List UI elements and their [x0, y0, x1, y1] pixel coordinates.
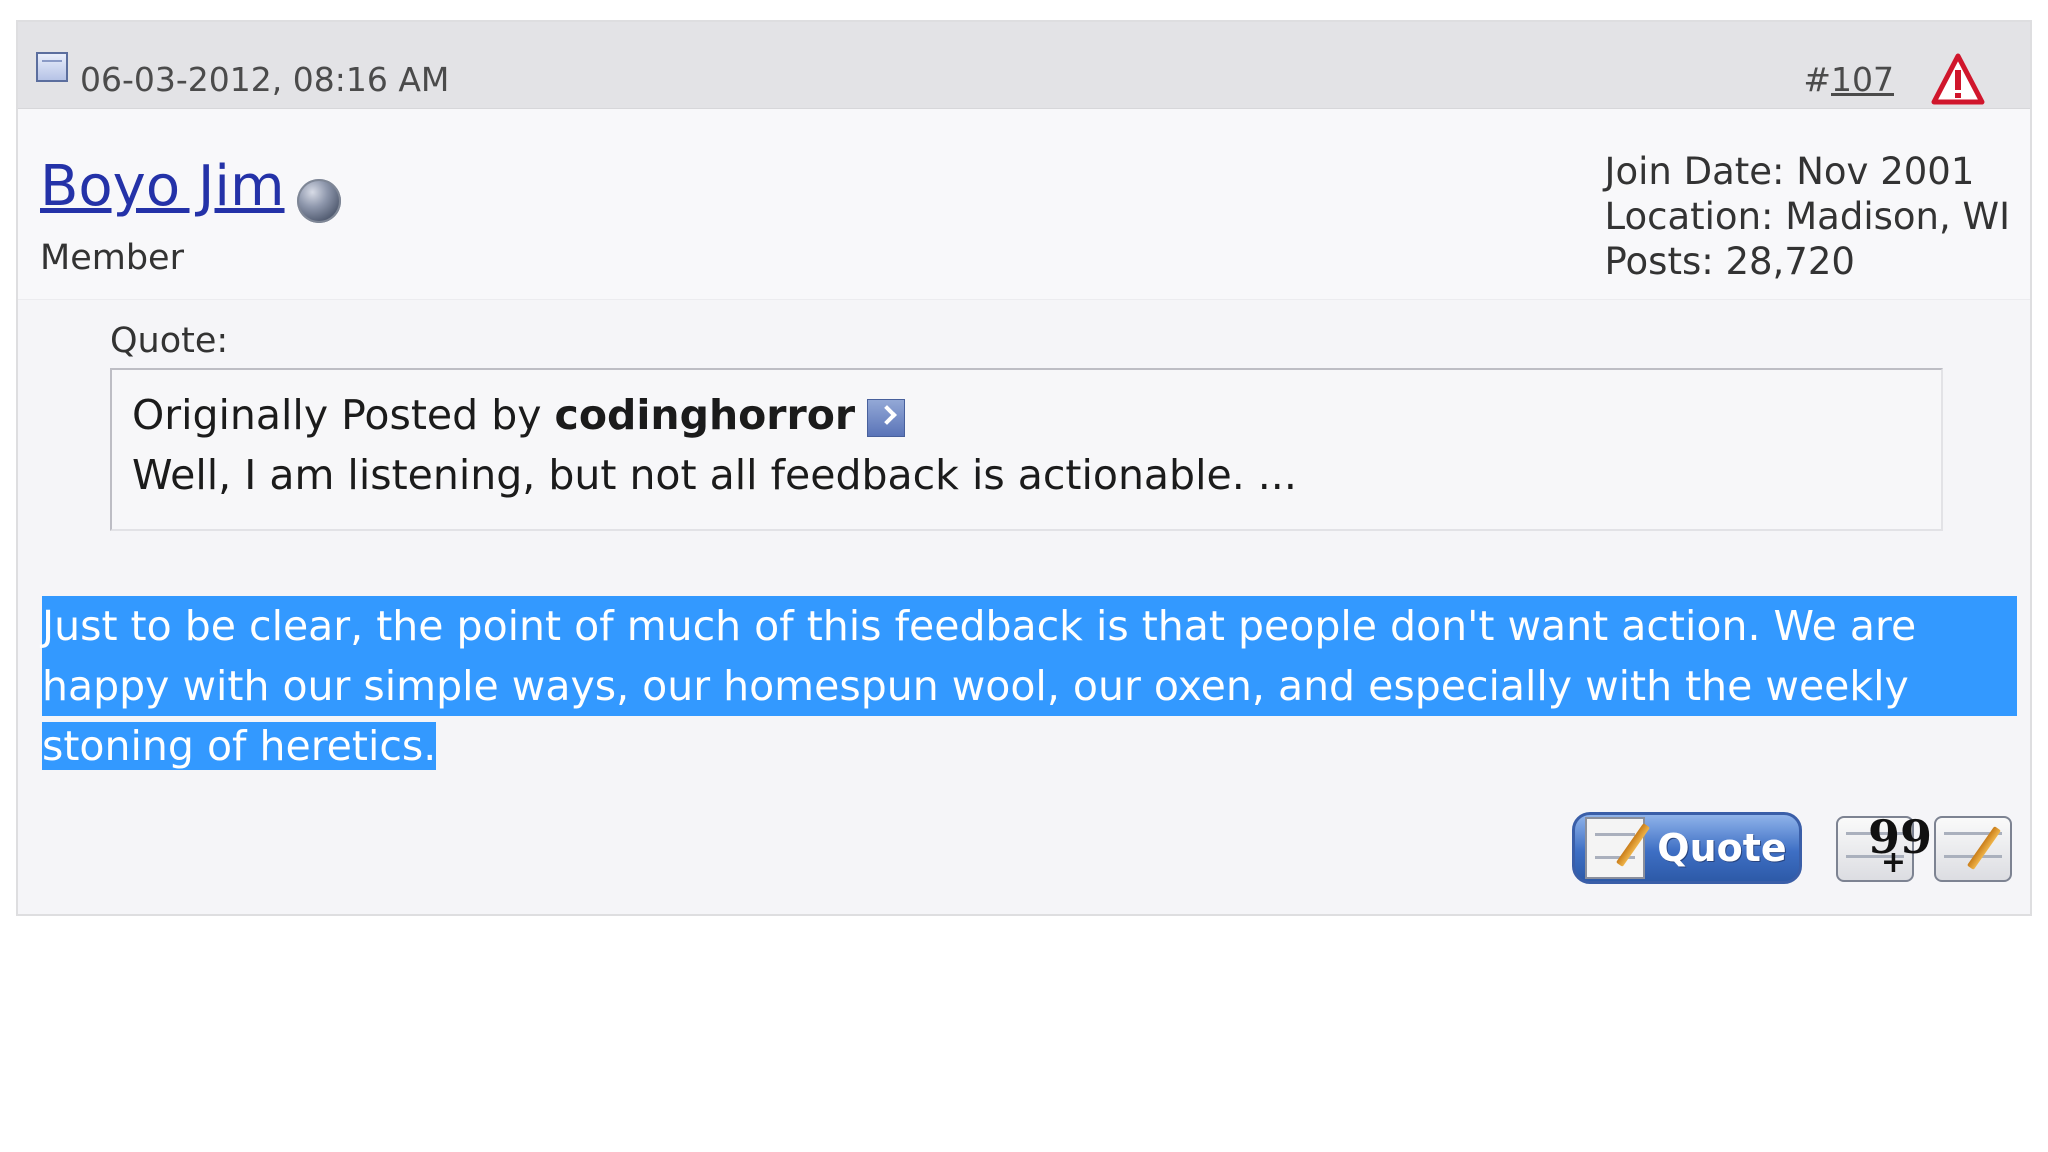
user-stats: Join Date: Nov 2001 Location: Madison, W… [1605, 149, 2010, 284]
multiquote-plus: + [1880, 845, 1906, 880]
quote-box: Originally Posted by codinghorror Well, … [110, 368, 1943, 531]
post-header: 06-03-2012, 08:16 AM #107 [18, 22, 2030, 109]
originally-posted-by: Originally Posted by [132, 391, 542, 439]
quote-button-icon [1585, 817, 1645, 879]
join-date: Join Date: Nov 2001 [1604, 150, 1975, 193]
username-link[interactable]: Boyo Jim [40, 155, 285, 219]
message-line: Just to be clear, the point of much of t… [42, 596, 2017, 656]
post-actions: Quote 99 + [1552, 810, 2012, 884]
message-line: stoning of heretics. [42, 722, 437, 770]
post-message: Just to be clear, the point of much of t… [42, 596, 2017, 776]
post-status-icon [36, 52, 68, 82]
quote-button-label: Quote [1657, 826, 1787, 870]
quote-attribution: Originally Posted by codinghorror [132, 390, 906, 440]
quote-text: Well, I am listening, but not all feedba… [132, 451, 1297, 499]
post-number-prefix: # [1803, 60, 1831, 99]
location: Location: Madison, WI [1604, 195, 2010, 238]
message-line: happy with our simple ways, our homespun… [42, 656, 2017, 716]
multiquote-button[interactable]: 99 + [1836, 810, 1932, 882]
post-count: Posts: 28,720 [1604, 240, 1855, 283]
quick-reply-icon [1966, 826, 2002, 870]
user-offline-status-icon [297, 179, 341, 223]
user-title: Member [40, 238, 184, 278]
quote-author: codinghorror [554, 391, 856, 439]
forum-post: 06-03-2012, 08:16 AM #107 Boyo Jim Membe… [16, 20, 2032, 916]
quote-button[interactable]: Quote [1572, 812, 1802, 884]
post-number: #107 [1803, 60, 1894, 100]
quick-reply-button[interactable] [1934, 816, 2012, 882]
post-permalink[interactable]: 107 [1831, 60, 1894, 99]
quote-label: Quote: [110, 321, 229, 361]
post-date: 06-03-2012, 08:16 AM [80, 60, 450, 99]
report-warning-icon[interactable] [1930, 52, 1986, 108]
view-post-arrow-icon[interactable] [867, 399, 906, 437]
user-info: Boyo Jim Member Join Date: Nov 2001 Loca… [18, 109, 2030, 300]
